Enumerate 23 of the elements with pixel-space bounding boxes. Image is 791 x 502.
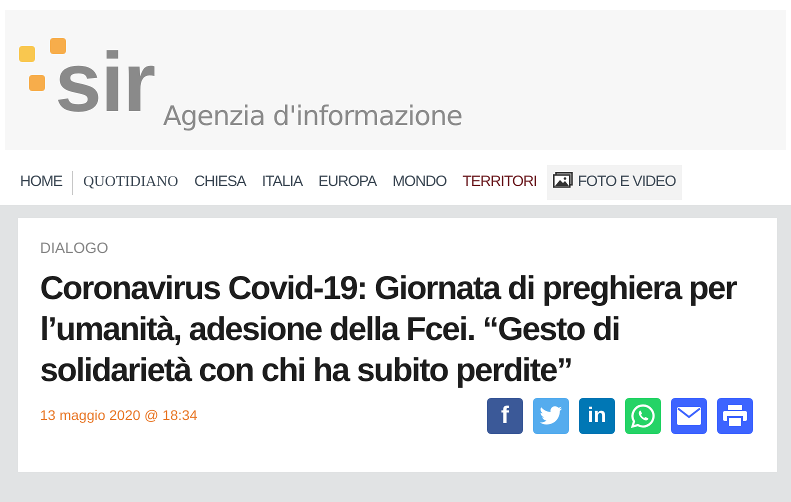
nav-link[interactable]: HOME (14, 165, 68, 200)
twitter-share-button[interactable] (533, 398, 569, 434)
nav-link[interactable]: EUROPA (312, 165, 382, 200)
envelope-icon (677, 406, 701, 424)
logo-square-icon (19, 46, 35, 62)
print-share-button[interactable] (717, 398, 753, 434)
facebook-share-button[interactable]: f (487, 398, 523, 434)
printer-icon (723, 404, 747, 426)
nav-link[interactable]: TERRITORI (456, 165, 543, 200)
email-share-button[interactable] (671, 398, 707, 434)
article-date: 13 maggio 2020 @ 18:34 (40, 406, 198, 425)
logo-tagline: Agenzia d'informazione (163, 102, 462, 132)
nav-link[interactable]: QUOTIDIANO (77, 165, 184, 200)
nav-link[interactable]: MONDO (386, 165, 452, 200)
nav-link[interactable]: ITALIA (256, 165, 308, 200)
photo-icon (552, 172, 573, 188)
logo-square-icon (29, 75, 45, 91)
article-title: Coronavirus Covid-19: Giornata di preghiera per l’umanità, adesione della Fcei. “Gesto di solidarietà con chi ha subito perdite” (40, 268, 738, 390)
bird-icon (539, 406, 563, 426)
nav-link[interactable]: CHIESA (188, 165, 252, 200)
article-category[interactable]: DIALOGO (40, 238, 755, 260)
linkedin-share-button[interactable]: in (579, 398, 615, 434)
chat-phone-icon (630, 402, 656, 428)
